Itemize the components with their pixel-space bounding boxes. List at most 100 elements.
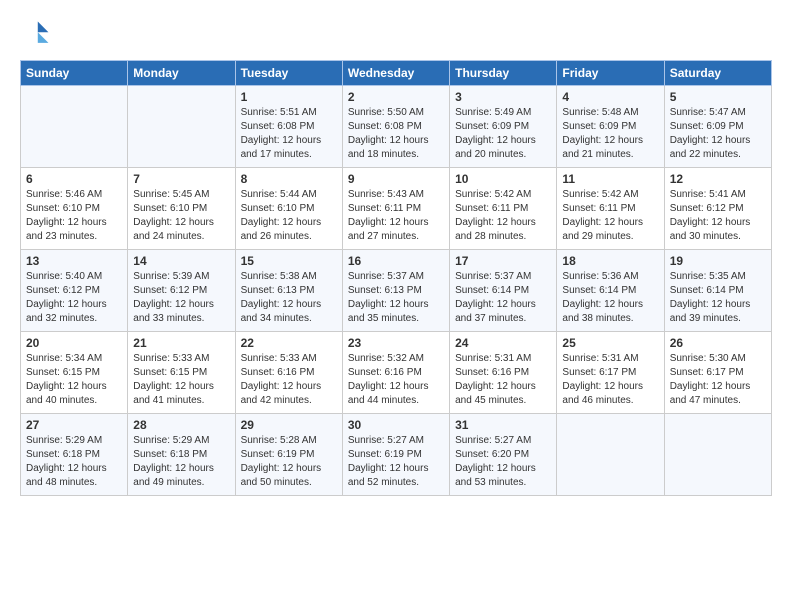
day-cell: 9 Sunrise: 5:43 AM Sunset: 6:11 PM Daylig… <box>342 168 449 250</box>
day-cell: 31Sunrise: 5:27 AM Sunset: 6:20 PM Dayli… <box>450 414 557 496</box>
col-header-tuesday: Tuesday <box>235 61 342 86</box>
day-cell <box>21 86 128 168</box>
day-number: 27 <box>26 418 122 432</box>
day-number: 22 <box>241 336 337 350</box>
day-number: 15 <box>241 254 337 268</box>
day-number: 25 <box>562 336 658 350</box>
day-cell <box>664 414 771 496</box>
day-cell: 26 Sunrise: 5:30 AM Sunset: 6:17 PM Dayli… <box>664 332 771 414</box>
day-info: Sunrise: 5:36 AM Sunset: 6:14 PM Dayligh… <box>562 271 643 324</box>
day-cell: 3Sunrise: 5:49 AM Sunset: 6:09 PM Daylig… <box>450 86 557 168</box>
day-cell: 17 Sunrise: 5:37 AM Sunset: 6:14 PM Dayli… <box>450 250 557 332</box>
day-cell: 23 Sunrise: 5:32 AM Sunset: 6:16 PM Dayli… <box>342 332 449 414</box>
day-cell: 15Sunrise: 5:38 AM Sunset: 6:13 PM Dayli… <box>235 250 342 332</box>
day-number: 23 <box>348 336 444 350</box>
day-number: 9 <box>348 172 444 186</box>
week-row-4: 20 Sunrise: 5:34 AM Sunset: 6:15 PM Dayli… <box>21 332 772 414</box>
day-cell <box>557 414 664 496</box>
day-info: Sunrise: 5:37 AM Sunset: 6:14 PM Dayligh… <box>455 271 536 324</box>
day-number: 21 <box>133 336 229 350</box>
day-info: Sunrise: 5:29 AM Sunset: 6:18 PM Dayligh… <box>133 435 214 488</box>
logo <box>20 18 56 50</box>
day-info: Sunrise: 5:39 AM Sunset: 6:12 PM Dayligh… <box>133 271 214 324</box>
day-info: Sunrise: 5:32 AM Sunset: 6:16 PM Dayligh… <box>348 353 429 406</box>
day-cell: 18 Sunrise: 5:36 AM Sunset: 6:14 PM Dayli… <box>557 250 664 332</box>
day-cell: 19 Sunrise: 5:35 AM Sunset: 6:14 PM Dayli… <box>664 250 771 332</box>
day-info: Sunrise: 5:33 AM Sunset: 6:15 PM Dayligh… <box>133 353 214 406</box>
day-info: Sunrise: 5:30 AM Sunset: 6:17 PM Dayligh… <box>670 353 751 406</box>
day-number: 2 <box>348 90 444 104</box>
day-number: 14 <box>133 254 229 268</box>
day-info: Sunrise: 5:28 AM Sunset: 6:19 PM Dayligh… <box>241 435 322 488</box>
day-info: Sunrise: 5:34 AM Sunset: 6:15 PM Dayligh… <box>26 353 107 406</box>
day-cell: 21 Sunrise: 5:33 AM Sunset: 6:15 PM Dayli… <box>128 332 235 414</box>
day-cell: 30Sunrise: 5:27 AM Sunset: 6:19 PM Dayli… <box>342 414 449 496</box>
day-cell <box>128 86 235 168</box>
day-info: Sunrise: 5:40 AM Sunset: 6:12 PM Dayligh… <box>26 271 107 324</box>
col-header-saturday: Saturday <box>664 61 771 86</box>
day-number: 19 <box>670 254 766 268</box>
header <box>20 18 772 50</box>
day-cell: 12 Sunrise: 5:41 AM Sunset: 6:12 PM Dayli… <box>664 168 771 250</box>
day-info: Sunrise: 5:42 AM Sunset: 6:11 PM Dayligh… <box>455 189 536 242</box>
day-info: Sunrise: 5:50 AM Sunset: 6:08 PM Dayligh… <box>348 107 429 160</box>
day-info: Sunrise: 5:29 AM Sunset: 6:18 PM Dayligh… <box>26 435 107 488</box>
day-info: Sunrise: 5:33 AM Sunset: 6:16 PM Dayligh… <box>241 353 322 406</box>
day-info: Sunrise: 5:48 AM Sunset: 6:09 PM Dayligh… <box>562 107 643 160</box>
day-cell: 4 Sunrise: 5:48 AM Sunset: 6:09 PM Daylig… <box>557 86 664 168</box>
day-number: 4 <box>562 90 658 104</box>
day-number: 30 <box>348 418 444 432</box>
week-row-1: 1 Sunrise: 5:51 AM Sunset: 6:08 PM Daylig… <box>21 86 772 168</box>
day-number: 5 <box>670 90 766 104</box>
day-info: Sunrise: 5:35 AM Sunset: 6:14 PM Dayligh… <box>670 271 751 324</box>
col-header-friday: Friday <box>557 61 664 86</box>
day-number: 18 <box>562 254 658 268</box>
day-cell: 8 Sunrise: 5:44 AM Sunset: 6:10 PM Daylig… <box>235 168 342 250</box>
day-info: Sunrise: 5:46 AM Sunset: 6:10 PM Dayligh… <box>26 189 107 242</box>
day-number: 13 <box>26 254 122 268</box>
day-number: 12 <box>670 172 766 186</box>
col-header-sunday: Sunday <box>21 61 128 86</box>
day-number: 1 <box>241 90 337 104</box>
day-cell: 25Sunrise: 5:31 AM Sunset: 6:17 PM Dayli… <box>557 332 664 414</box>
day-cell: 13 Sunrise: 5:40 AM Sunset: 6:12 PM Dayli… <box>21 250 128 332</box>
day-cell: 7 Sunrise: 5:45 AM Sunset: 6:10 PM Daylig… <box>128 168 235 250</box>
day-cell: 29 Sunrise: 5:28 AM Sunset: 6:19 PM Dayli… <box>235 414 342 496</box>
day-cell: 2 Sunrise: 5:50 AM Sunset: 6:08 PM Daylig… <box>342 86 449 168</box>
day-cell: 28 Sunrise: 5:29 AM Sunset: 6:18 PM Dayli… <box>128 414 235 496</box>
day-number: 6 <box>26 172 122 186</box>
day-info: Sunrise: 5:49 AM Sunset: 6:09 PM Dayligh… <box>455 107 536 160</box>
day-info: Sunrise: 5:27 AM Sunset: 6:20 PM Dayligh… <box>455 435 536 488</box>
header-row: SundayMondayTuesdayWednesdayThursdayFrid… <box>21 61 772 86</box>
day-cell: 27 Sunrise: 5:29 AM Sunset: 6:18 PM Dayli… <box>21 414 128 496</box>
day-number: 24 <box>455 336 551 350</box>
page: SundayMondayTuesdayWednesdayThursdayFrid… <box>0 0 792 612</box>
day-info: Sunrise: 5:43 AM Sunset: 6:11 PM Dayligh… <box>348 189 429 242</box>
day-cell: 20 Sunrise: 5:34 AM Sunset: 6:15 PM Dayli… <box>21 332 128 414</box>
day-cell: 6 Sunrise: 5:46 AM Sunset: 6:10 PM Daylig… <box>21 168 128 250</box>
day-info: Sunrise: 5:41 AM Sunset: 6:12 PM Dayligh… <box>670 189 751 242</box>
day-info: Sunrise: 5:31 AM Sunset: 6:16 PM Dayligh… <box>455 353 536 406</box>
day-number: 17 <box>455 254 551 268</box>
day-number: 29 <box>241 418 337 432</box>
week-row-5: 27 Sunrise: 5:29 AM Sunset: 6:18 PM Dayli… <box>21 414 772 496</box>
day-number: 28 <box>133 418 229 432</box>
logo-icon <box>20 18 52 50</box>
day-info: Sunrise: 5:42 AM Sunset: 6:11 PM Dayligh… <box>562 189 643 242</box>
day-number: 8 <box>241 172 337 186</box>
day-info: Sunrise: 5:45 AM Sunset: 6:10 PM Dayligh… <box>133 189 214 242</box>
day-number: 7 <box>133 172 229 186</box>
day-cell: 24 Sunrise: 5:31 AM Sunset: 6:16 PM Dayli… <box>450 332 557 414</box>
day-info: Sunrise: 5:44 AM Sunset: 6:10 PM Dayligh… <box>241 189 322 242</box>
day-number: 20 <box>26 336 122 350</box>
day-cell: 16 Sunrise: 5:37 AM Sunset: 6:13 PM Dayli… <box>342 250 449 332</box>
col-header-wednesday: Wednesday <box>342 61 449 86</box>
day-cell: 5Sunrise: 5:47 AM Sunset: 6:09 PM Daylig… <box>664 86 771 168</box>
day-number: 16 <box>348 254 444 268</box>
col-header-thursday: Thursday <box>450 61 557 86</box>
day-info: Sunrise: 5:37 AM Sunset: 6:13 PM Dayligh… <box>348 271 429 324</box>
week-row-3: 13 Sunrise: 5:40 AM Sunset: 6:12 PM Dayli… <box>21 250 772 332</box>
day-cell: 22 Sunrise: 5:33 AM Sunset: 6:16 PM Dayli… <box>235 332 342 414</box>
day-number: 26 <box>670 336 766 350</box>
day-info: Sunrise: 5:51 AM Sunset: 6:08 PM Dayligh… <box>241 107 322 160</box>
